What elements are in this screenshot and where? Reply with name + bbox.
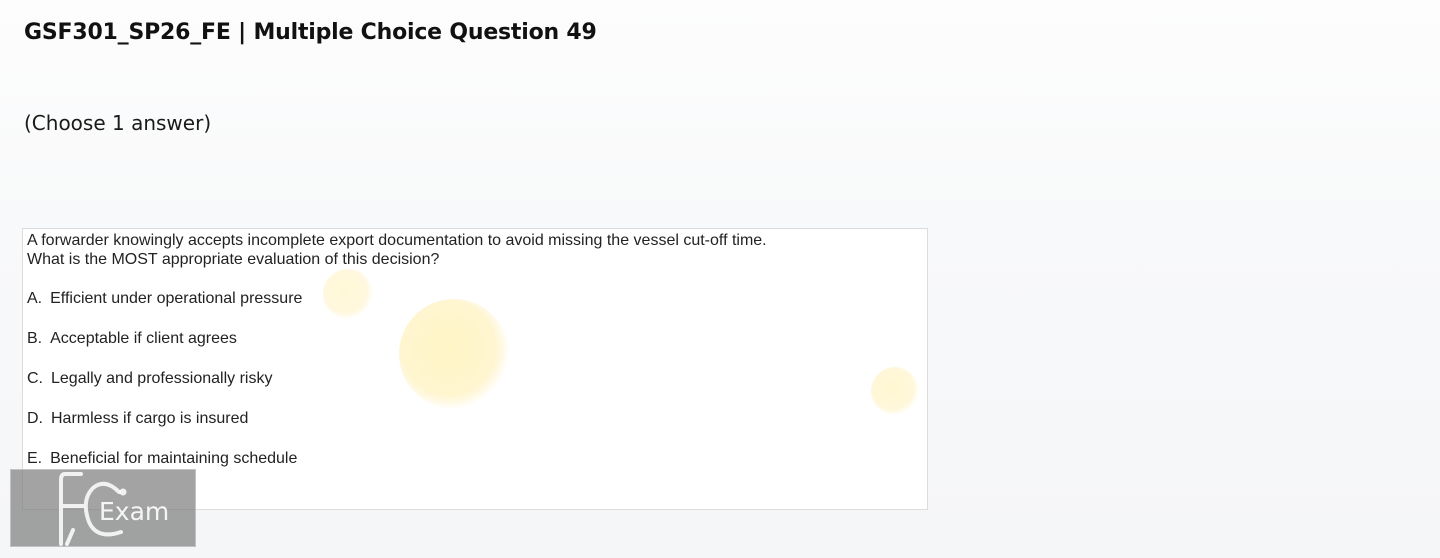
question-stem: A forwarder knowingly accepts incomplete… — [27, 231, 767, 269]
fc-logo-icon: Exam — [59, 472, 169, 546]
answer-option-d[interactable]: D. Harmless if cargo is insured — [27, 409, 302, 449]
question-image: A forwarder knowingly accepts incomplete… — [22, 228, 928, 510]
logo-text: Exam — [99, 497, 169, 526]
answer-options: A. Efficient under operational pressure B… — [27, 289, 302, 489]
answer-instruction: (Choose 1 answer) — [24, 111, 212, 135]
answer-option-a[interactable]: A. Efficient under operational pressure — [27, 289, 302, 329]
watermark-blob — [323, 269, 373, 319]
option-letter: B. — [27, 330, 43, 347]
question-stem-line: A forwarder knowingly accepts incomplete… — [27, 232, 767, 249]
answer-option-b[interactable]: B. Acceptable if client agrees — [27, 329, 302, 369]
watermark-blob — [399, 299, 509, 409]
option-text: Legally and professionally risky — [51, 370, 273, 387]
option-letter: A. — [27, 290, 43, 307]
answer-option-c[interactable]: C. Legally and professionally risky — [27, 369, 302, 409]
option-text: Acceptable if client agrees — [50, 330, 237, 347]
page-title: GSF301_SP26_FE | Multiple Choice Questio… — [24, 20, 597, 45]
option-letter: D. — [27, 410, 43, 427]
watermark-blob — [871, 367, 919, 415]
option-text: Harmless if cargo is insured — [51, 410, 249, 427]
option-letter: C. — [27, 370, 43, 387]
option-letter: E. — [27, 450, 43, 467]
exam-logo-watermark: Exam — [10, 469, 196, 547]
question-stem-line: What is the MOST appropriate evaluation … — [27, 251, 440, 268]
option-text: Beneficial for maintaining schedule — [50, 450, 298, 467]
option-text: Efficient under operational pressure — [50, 290, 303, 307]
